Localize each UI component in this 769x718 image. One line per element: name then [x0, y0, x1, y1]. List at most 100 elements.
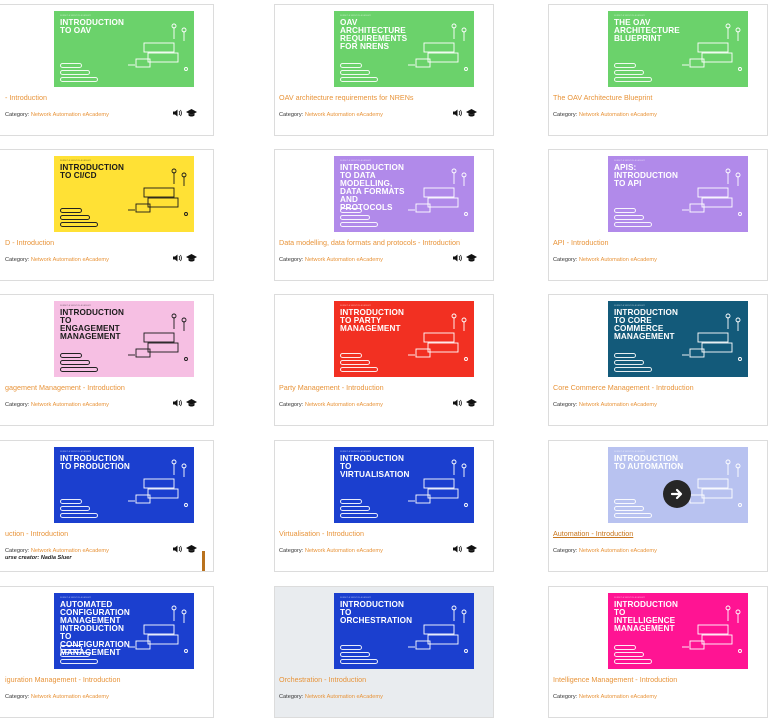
- course-card[interactable]: SUBMIT A SERVICE ACADEMY INTRODUCTION TO …: [548, 294, 768, 426]
- thumbnail-header: SUBMIT A SERVICE ACADEMY: [614, 451, 646, 453]
- category-link[interactable]: Network Automation eAcademy: [31, 112, 109, 118]
- category-link[interactable]: Network Automation eAcademy: [31, 694, 109, 700]
- course-thumbnail[interactable]: SUBMIT A SERVICE ACADEMY THE OAV ARCHITEC…: [608, 11, 748, 87]
- course-thumbnail[interactable]: SUBMIT A SERVICE ACADEMY OAV ARCHITECTURE…: [334, 11, 474, 87]
- thumbnail-title: INTRODUCTION TO ORCHESTRATION: [340, 600, 413, 625]
- category-link[interactable]: Network Automation eAcademy: [305, 402, 383, 408]
- graduation-cap-icon: [186, 545, 197, 555]
- course-thumbnail[interactable]: SUBMIT A SERVICE ACADEMY INTRODUCTION TO …: [54, 156, 194, 232]
- category-label: Category:: [553, 548, 578, 554]
- course-thumbnail[interactable]: SUBMIT A SERVICE ACADEMY INTRODUCTION TO …: [54, 11, 194, 87]
- course-icons: [453, 254, 477, 264]
- thumbnail-header: SUBMIT A SERVICE ACADEMY: [60, 597, 92, 599]
- tag-pill: [340, 70, 370, 75]
- course-thumbnail[interactable]: SUBMIT A SERVICE ACADEMY INTRODUCTION TO …: [608, 447, 748, 523]
- course-card[interactable]: SUBMIT A SERVICE ACADEMY INTRODUCTION TO …: [274, 149, 494, 281]
- thumbnail-header: SUBMIT A SERVICE ACADEMY: [60, 305, 92, 307]
- category-label: Category:: [5, 112, 30, 118]
- course-card[interactable]: SUBMIT A SERVICE ACADEMY INTRODUCTION TO …: [548, 440, 768, 572]
- course-category: Category: Network Automation eAcademy: [5, 548, 109, 554]
- category-link[interactable]: Network Automation eAcademy: [579, 402, 657, 408]
- course-card[interactable]: SUBMIT A SERVICE ACADEMY THE OAV ARCHITEC…: [548, 4, 768, 136]
- illustration-icon: [128, 23, 188, 71]
- tag-pill: [614, 367, 652, 372]
- thumbnail-header: SUBMIT A SERVICE ACADEMY: [614, 15, 646, 17]
- thumbnail-title: INTRODUCTION TO PARTY MANAGEMENT: [340, 308, 404, 333]
- category-link[interactable]: Network Automation eAcademy: [305, 112, 383, 118]
- course-title-link[interactable]: - Introduction: [5, 93, 47, 102]
- course-title-link[interactable]: D - Introduction: [5, 238, 54, 247]
- category-link[interactable]: Network Automation eAcademy: [579, 548, 657, 554]
- course-card[interactable]: SUBMIT A SERVICE ACADEMY OAV ARCHITECTURE…: [274, 4, 494, 136]
- course-title-link[interactable]: The OAV Architecture Blueprint: [553, 93, 652, 102]
- category-label: Category:: [5, 257, 30, 263]
- course-thumbnail[interactable]: SUBMIT A SERVICE ACADEMY INTRODUCTION TO …: [608, 301, 748, 377]
- course-card[interactable]: SUBMIT A SERVICE ACADEMY INTRODUCTION TO …: [274, 440, 494, 572]
- course-card[interactable]: SUBMIT A SERVICE ACADEMY INTRODUCTION TO …: [548, 586, 768, 718]
- category-link[interactable]: Network Automation eAcademy: [579, 694, 657, 700]
- tag-pill: [614, 506, 644, 511]
- course-title-link[interactable]: Automation - Introduction: [553, 529, 633, 538]
- course-thumbnail[interactable]: SUBMIT A SERVICE ACADEMY INTRODUCTION TO …: [334, 593, 474, 669]
- course-title-link[interactable]: Data modelling, data formats and protoco…: [279, 238, 460, 247]
- category-link[interactable]: Network Automation eAcademy: [305, 548, 383, 554]
- tag-pill: [60, 506, 90, 511]
- course-card[interactable]: SUBMIT A SERVICE ACADEMY AUTOMATED CONFIG…: [0, 586, 214, 718]
- course-card[interactable]: SUBMIT A SERVICE ACADEMY INTRODUCTION TO …: [0, 440, 214, 572]
- course-category: Category: Network Automation eAcademy: [553, 257, 657, 263]
- illustration-icon: [408, 168, 468, 216]
- course-title-link[interactable]: OAV architecture requirements for NRENs: [279, 93, 413, 102]
- graduation-cap-icon: [466, 109, 477, 119]
- arrow-right-circle-icon[interactable]: [663, 480, 691, 508]
- category-link[interactable]: Network Automation eAcademy: [31, 257, 109, 263]
- course-thumbnail[interactable]: SUBMIT A SERVICE ACADEMY INTRODUCTION TO …: [334, 156, 474, 232]
- tag-pill: [614, 659, 652, 664]
- course-card[interactable]: SUBMIT A SERVICE ACADEMY INTRODUCTION TO …: [0, 149, 214, 281]
- thumbnail-title: APIs: INTRODUCTION TO API: [614, 163, 678, 188]
- course-thumbnail[interactable]: SUBMIT A SERVICE ACADEMY INTRODUCTION TO …: [608, 593, 748, 669]
- tag-pill: [60, 208, 82, 213]
- category-label: Category:: [5, 694, 30, 700]
- course-title-link[interactable]: gagement Management - Introduction: [5, 383, 125, 392]
- category-link[interactable]: Network Automation eAcademy: [31, 548, 109, 554]
- course-title-link[interactable]: uction - Introduction: [5, 529, 68, 538]
- illustration-icon: [128, 313, 188, 361]
- course-thumbnail[interactable]: SUBMIT A SERVICE ACADEMY INTRODUCTION TO …: [54, 447, 194, 523]
- course-card[interactable]: SUBMIT A SERVICE ACADEMY INTRODUCTION TO …: [0, 4, 214, 136]
- course-thumbnail[interactable]: SUBMIT A SERVICE ACADEMY AUTOMATED CONFIG…: [54, 593, 194, 669]
- tag-pill: [614, 499, 636, 504]
- category-label: Category:: [553, 694, 578, 700]
- course-title-link[interactable]: Virtualisation - Introduction: [279, 529, 364, 538]
- course-title-link[interactable]: API - Introduction: [553, 238, 609, 247]
- course-thumbnail[interactable]: SUBMIT A SERVICE ACADEMY INTRODUCTION TO …: [54, 301, 194, 377]
- category-link[interactable]: Network Automation eAcademy: [579, 112, 657, 118]
- category-label: Category:: [553, 402, 578, 408]
- category-link[interactable]: Network Automation eAcademy: [305, 694, 383, 700]
- tag-pill: [60, 499, 82, 504]
- tag-pill: [340, 499, 362, 504]
- course-thumbnail[interactable]: SUBMIT A SERVICE ACADEMY APIs: INTRODUCTI…: [608, 156, 748, 232]
- tag-pill: [340, 645, 362, 650]
- course-card[interactable]: SUBMIT A SERVICE ACADEMY APIs: INTRODUCTI…: [548, 149, 768, 281]
- tag-pill: [614, 513, 652, 518]
- tag-pill: [60, 215, 90, 220]
- course-thumbnail[interactable]: SUBMIT A SERVICE ACADEMY INTRODUCTION TO …: [334, 447, 474, 523]
- speaker-icon: [453, 109, 462, 119]
- thumbnail-tags: [614, 208, 652, 227]
- course-card[interactable]: SUBMIT A SERVICE ACADEMY INTRODUCTION TO …: [274, 294, 494, 426]
- thumbnail-title: INTRODUCTION TO PRODUCTION: [60, 454, 130, 471]
- illustration-icon: [128, 459, 188, 507]
- course-title-link[interactable]: Core Commerce Management - Introduction: [553, 383, 694, 392]
- category-link[interactable]: Network Automation eAcademy: [305, 257, 383, 263]
- course-thumbnail[interactable]: SUBMIT A SERVICE ACADEMY INTRODUCTION TO …: [334, 301, 474, 377]
- category-link[interactable]: Network Automation eAcademy: [31, 402, 109, 408]
- thumbnail-tags: [60, 63, 98, 82]
- category-link[interactable]: Network Automation eAcademy: [579, 257, 657, 263]
- course-card[interactable]: SUBMIT A SERVICE ACADEMY INTRODUCTION TO …: [274, 586, 494, 718]
- course-title-link[interactable]: Party Management - Introduction: [279, 383, 384, 392]
- illustration-icon: [128, 168, 188, 216]
- category-label: Category:: [5, 402, 30, 408]
- course-card[interactable]: SUBMIT A SERVICE ACADEMY INTRODUCTION TO …: [0, 294, 214, 426]
- course-category: Category: Network Automation eAcademy: [279, 548, 383, 554]
- illustration-icon: [408, 459, 468, 507]
